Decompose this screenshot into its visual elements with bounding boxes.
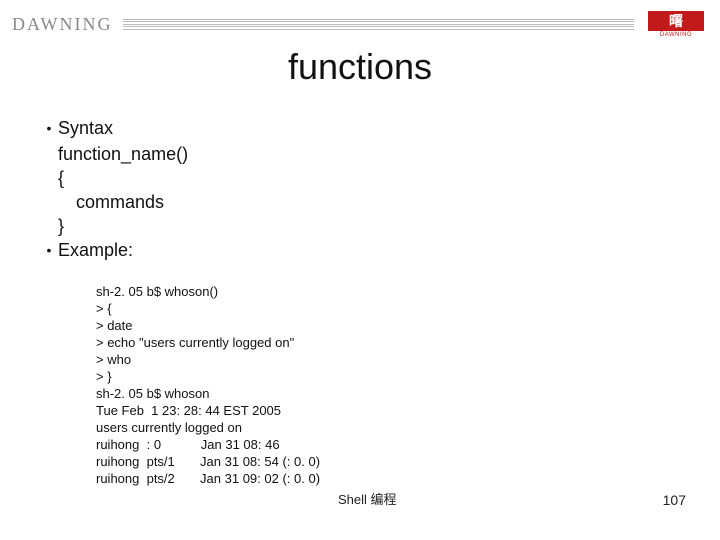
- slide-content: • Syntax function_name() { commands } • …: [0, 88, 720, 487]
- bullet-syntax-label: Syntax: [58, 116, 113, 140]
- slide-header: DAWNING 曙 DAWNING: [0, 0, 720, 40]
- syntax-line-open: {: [58, 166, 680, 190]
- syntax-line-commands: commands: [76, 190, 680, 214]
- brand-logo: 曙 DAWNING: [644, 8, 708, 40]
- example-line: > {: [96, 301, 112, 316]
- page-number: 107: [663, 492, 686, 508]
- bullet-syntax: • Syntax: [40, 116, 680, 140]
- example-line: Tue Feb 1 23: 28: 44 EST 2005: [96, 403, 281, 418]
- syntax-line-fnname: function_name(): [58, 142, 680, 166]
- example-line: users currently logged on: [96, 420, 242, 435]
- bullet-example: • Example:: [40, 238, 680, 262]
- example-line: > date: [96, 318, 133, 333]
- brand-wordmark: DAWNING: [12, 14, 113, 35]
- example-line: > }: [96, 369, 112, 384]
- footer-label: Shell 编程: [338, 489, 397, 508]
- example-line: > who: [96, 352, 131, 367]
- bullet-dot-icon: •: [40, 238, 58, 262]
- brand-logo-glyph: 曙: [669, 11, 683, 31]
- example-line: ruihong : 0 Jan 31 08: 46: [96, 437, 280, 452]
- example-line: ruihong pts/2 Jan 31 09: 02 (: 0. 0): [96, 471, 320, 486]
- example-line: sh-2. 05 b$ whoson(): [96, 284, 218, 299]
- example-line: > echo "users currently logged on": [96, 335, 294, 350]
- brand-logo-subtext: DAWNING: [660, 32, 692, 38]
- header-rule: [123, 18, 634, 30]
- example-output: sh-2. 05 b$ whoson() > { > date > echo "…: [96, 266, 680, 487]
- example-line: ruihong pts/1 Jan 31 08: 54 (: 0. 0): [96, 454, 320, 469]
- syntax-line-close: }: [58, 214, 680, 238]
- brand-logo-red: 曙: [648, 11, 704, 31]
- bullet-example-label: Example:: [58, 238, 133, 262]
- bullet-dot-icon: •: [40, 116, 58, 140]
- example-line: sh-2. 05 b$ whoson: [96, 386, 209, 401]
- slide-title: functions: [0, 46, 720, 88]
